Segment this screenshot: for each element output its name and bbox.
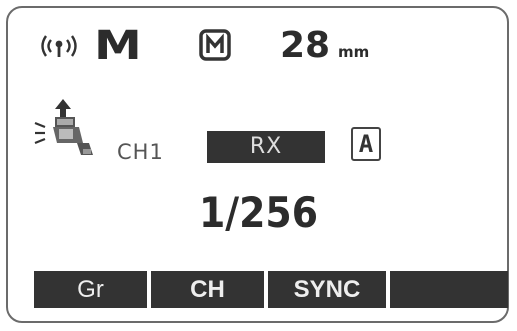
zoom-unit: mm: [338, 43, 370, 61]
softkey-blank[interactable]: [390, 271, 508, 308]
manual-zoom-icon: [199, 29, 231, 61]
flash-mode-indicator: M: [94, 23, 142, 69]
softkey-bar: Gr CH SYNC: [34, 271, 508, 308]
group-badge: A: [351, 127, 381, 161]
wireless-signal-icon: [41, 35, 77, 57]
channel-label: CH1: [117, 140, 164, 164]
slave-flash-icon: [34, 99, 93, 155]
softkey-sync[interactable]: SYNC: [268, 271, 386, 308]
zoom-value: 28: [280, 25, 331, 66]
softkey-ch[interactable]: CH: [151, 271, 264, 308]
power-ratio: 1/256: [198, 188, 318, 237]
rx-role-badge: RX: [207, 131, 325, 163]
softkey-gr[interactable]: Gr: [34, 271, 147, 308]
